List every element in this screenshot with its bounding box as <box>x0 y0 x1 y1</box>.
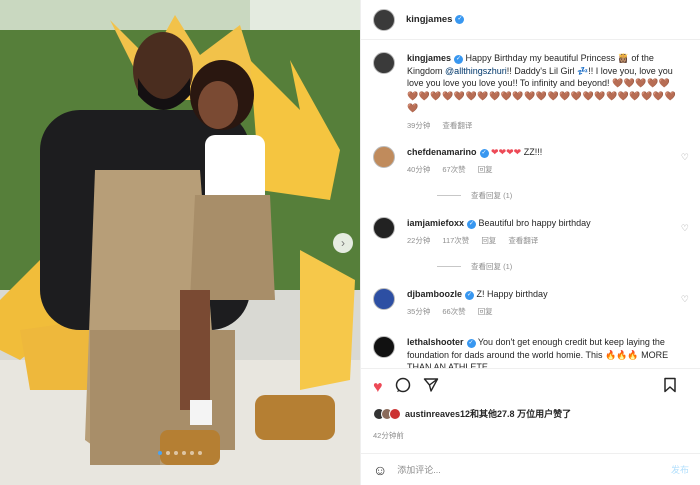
view-replies-label: 查看回复 (1) <box>471 262 513 271</box>
caption-username[interactable]: kingjames <box>407 53 451 63</box>
view-replies-link[interactable]: 查看回复 (1) <box>437 261 691 272</box>
verified-badge-icon: ✓ <box>467 220 477 229</box>
carousel-dot <box>190 451 194 455</box>
comments-list: kingjames ✓ Happy Birthday my beautiful P… <box>361 40 700 368</box>
view-replies-label: 查看回复 (1) <box>471 191 513 200</box>
instagram-post-view: › kingjames ✓ kingjames ✓ Happy Birthday … <box>0 0 700 485</box>
zzz-emoji-icon: 💤 <box>576 65 589 76</box>
comment-time: 40分钟 <box>407 164 431 174</box>
reply-link[interactable]: 回复 <box>481 235 496 248</box>
mention-link[interactable]: @allthingszhuri <box>445 66 507 76</box>
comment-username[interactable]: chefdenamarino <box>407 147 477 157</box>
carousel-dot <box>198 451 202 455</box>
comment-input[interactable]: 添加评论... <box>397 463 441 476</box>
emoji-smile-icon[interactable]: ☺ <box>373 462 387 478</box>
comment-item: djbamboozle ✓ Z! Happy birthday 35分钟 66次赞… <box>373 288 691 318</box>
likes-user[interactable]: austinreaves12 <box>405 409 470 419</box>
carousel-next-button[interactable]: › <box>333 233 353 253</box>
comment-like-heart-icon[interactable]: ♡ <box>681 223 689 234</box>
post-comment-button[interactable]: 发布 <box>671 463 689 476</box>
carousel-indicator <box>0 451 360 455</box>
caption: kingjames ✓ Happy Birthday my beautiful P… <box>373 52 691 132</box>
action-bar: ♥ <box>361 368 700 406</box>
comment-text: ZZ!!! <box>523 147 543 157</box>
comment-item: lethalshooter ✓ You don't get enough cred… <box>373 336 691 368</box>
red-hearts-icon: ❤❤❤❤ <box>491 147 522 157</box>
carousel-dot <box>158 451 162 455</box>
comment-bubble-icon[interactable] <box>395 377 411 398</box>
view-replies-link[interactable]: 查看回复 (1) <box>437 190 691 201</box>
bookmark-save-icon[interactable] <box>663 377 677 398</box>
comment-like-heart-icon[interactable]: ♡ <box>681 294 689 305</box>
caption-text-1: Happy Birthday my beautiful Princess <box>465 53 616 63</box>
likes-summary[interactable]: austinreaves12和其他27.8 万位用户赞了 <box>373 407 571 420</box>
photo-illustration <box>0 0 360 485</box>
comment-item: iamjamiefoxx ✓ Beautiful bro happy birthd… <box>373 217 691 247</box>
carousel-dot <box>174 451 178 455</box>
comment-text: Z! Happy birthday <box>476 289 548 299</box>
post-header: kingjames ✓ <box>361 0 700 40</box>
verified-badge-icon: ✓ <box>466 339 476 348</box>
comment-likes[interactable]: 117次赞 <box>442 235 469 248</box>
comment-avatar[interactable] <box>373 288 395 310</box>
caption-text-3: !! Daddy's Lil Girl <box>506 65 575 76</box>
carousel-dot <box>166 451 170 455</box>
comment-time: 35分钟 <box>407 306 431 316</box>
verified-badge-icon: ✓ <box>454 55 464 64</box>
comment-likes[interactable]: 67次赞 <box>442 164 465 177</box>
author-avatar[interactable] <box>373 8 395 31</box>
comment-avatar[interactable] <box>373 146 395 168</box>
princess-emoji-icon: 👸🏽 <box>617 53 629 63</box>
comment-username[interactable]: iamjamiefoxx <box>407 218 464 228</box>
author-username[interactable]: kingjames <box>406 14 452 25</box>
liker-avatars <box>373 407 401 420</box>
share-send-icon[interactable] <box>423 377 439 398</box>
comment-avatar[interactable] <box>373 336 395 358</box>
post-photo[interactable]: › <box>0 0 360 485</box>
comment-avatar[interactable] <box>373 217 395 239</box>
fire-emoji-icon: 🔥🔥🔥 <box>604 349 639 360</box>
comment-item: chefdenamarino ✓ ❤❤❤❤ ZZ!!! 40分钟 67次赞 回复 … <box>373 146 691 176</box>
comment-username[interactable]: djbamboozle <box>407 289 462 299</box>
verified-badge-icon: ✓ <box>479 149 489 158</box>
like-heart-icon[interactable]: ♥ <box>373 379 383 397</box>
verified-badge-icon: ✓ <box>455 15 465 24</box>
carousel-dot <box>182 451 186 455</box>
caption-time: 39分钟 <box>407 120 431 130</box>
comment-time: 22分钟 <box>407 235 431 245</box>
translate-link[interactable]: 查看翻译 <box>508 235 538 248</box>
comment-likes[interactable]: 66次赞 <box>442 306 465 319</box>
reply-link[interactable]: 回复 <box>478 164 493 177</box>
add-comment-bar: ☺ 添加评论... 发布 <box>361 453 700 485</box>
comment-text: Beautiful bro happy birthday <box>478 218 591 228</box>
post-sidebar: kingjames ✓ kingjames ✓ Happy Birthday my… <box>360 0 700 485</box>
comment-username[interactable]: lethalshooter <box>407 337 464 347</box>
caption-avatar[interactable] <box>373 52 395 74</box>
likes-count-text: 和其他27.8 万位用户赞了 <box>470 409 572 419</box>
caption-translate-link[interactable]: 查看翻译 <box>442 120 472 133</box>
comment-like-heart-icon[interactable]: ♡ <box>681 152 689 163</box>
reply-link[interactable]: 回复 <box>478 306 493 319</box>
post-time: 42分钟前 <box>373 431 404 440</box>
verified-badge-icon: ✓ <box>465 291 475 300</box>
